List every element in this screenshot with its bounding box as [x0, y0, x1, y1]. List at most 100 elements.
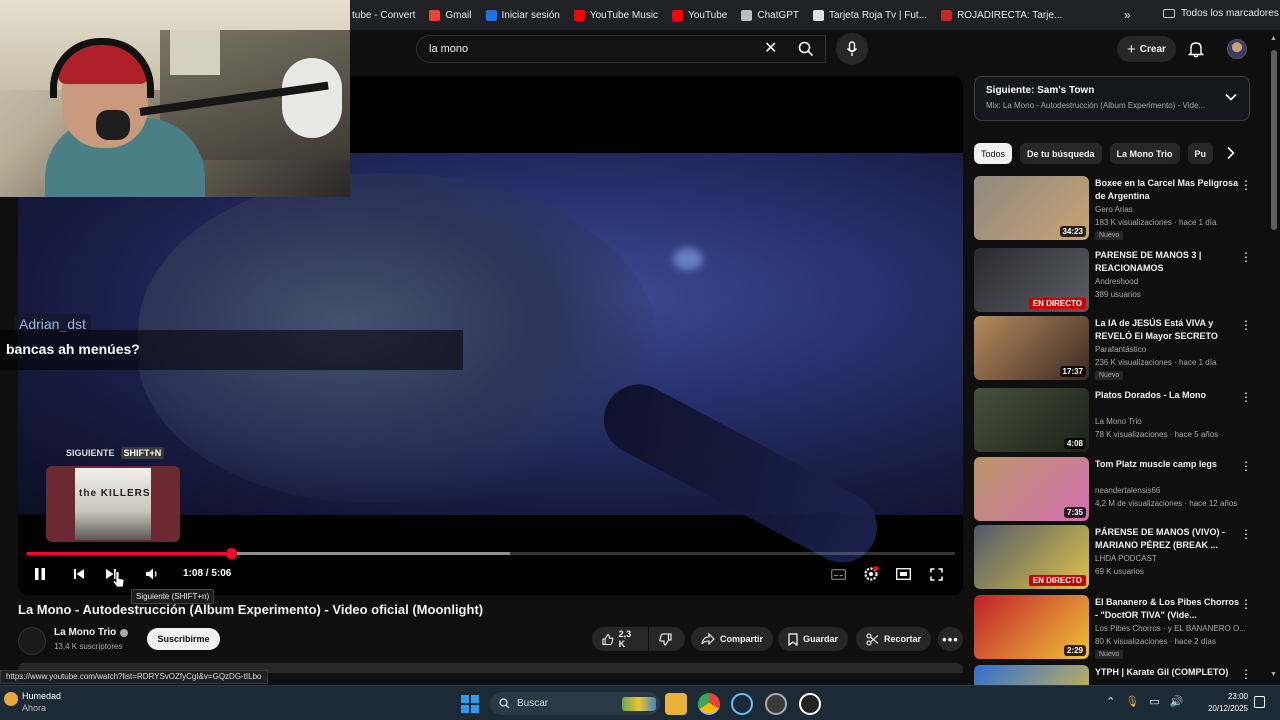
channel-name[interactable]: La Mono Trio — [54, 627, 129, 638]
recommendation-title[interactable]: La IA de JESÚS Está VIVA y REVELÓ El May… — [1095, 317, 1240, 343]
bookmark-item[interactable]: ROJADIRECTA: Tarje... — [934, 9, 1069, 21]
recommendation-thumbnail[interactable]: EN DIRECTO — [974, 525, 1089, 589]
bookmark-item[interactable]: YouTube — [665, 9, 734, 21]
notifications-button[interactable] — [1187, 40, 1205, 63]
bookmark-item[interactable]: YouTube Music — [567, 9, 665, 21]
filter-chip[interactable]: De tu búsqueda — [1020, 143, 1102, 164]
app-icon[interactable] — [765, 693, 787, 715]
more-vertical-icon[interactable]: ⋮ — [1240, 390, 1252, 404]
more-vertical-icon[interactable]: ⋮ — [1240, 459, 1252, 473]
subscribe-button[interactable]: Suscribirme — [147, 628, 220, 650]
chevron-right-icon[interactable] — [1226, 146, 1236, 160]
recommendation-channel[interactable]: Andreshood — [1095, 277, 1138, 286]
create-button[interactable]: + Crear — [1117, 36, 1176, 62]
save-button[interactable]: Guardar — [778, 627, 849, 651]
video-title: La Mono - Autodestrucción (Album Experim… — [18, 602, 484, 617]
recommendation-title[interactable]: PÁRENSE DE MANOS (VIVO) - MARIANO PÉREZ … — [1095, 526, 1240, 552]
bookmark-item[interactable]: tube - Convert — [345, 10, 422, 21]
clip-button[interactable]: Recortar — [856, 627, 932, 651]
steam-icon[interactable] — [731, 693, 753, 715]
recommendation-thumbnail[interactable]: 34:23 — [974, 176, 1089, 240]
more-vertical-icon[interactable]: ⋮ — [1240, 178, 1252, 192]
recommendation-thumbnail[interactable]: EN DIRECTO — [974, 248, 1089, 312]
taskbar-search-label: Buscar — [517, 698, 549, 709]
recommendation-item[interactable]: EN DIRECTO PARENSE DE MANOS 3 | REACIONAM… — [974, 248, 1264, 312]
recommendation-title[interactable]: El Bananero & Los Pibes Chorros - "DoctO… — [1095, 596, 1240, 622]
recommendation-item[interactable]: 4:08 Platos Dorados - La Mono La Mono Trio… — [974, 388, 1264, 452]
recommendation-channel[interactable]: Los Pibes Chorros · y EL BANANERO O... — [1095, 624, 1246, 633]
recommendation-thumbnail[interactable]: 4:08 — [974, 388, 1089, 452]
recommendation-channel[interactable]: LHDA PODCAST — [1095, 554, 1157, 563]
volume-button[interactable] — [143, 565, 161, 583]
recommendation-title[interactable]: Tom Platz muscle camp legs — [1095, 458, 1240, 471]
scroll-thumb[interactable] — [1271, 50, 1277, 230]
scroll-down-icon[interactable]: ▼ — [1270, 671, 1277, 678]
subtitles-button[interactable] — [829, 565, 847, 583]
channel-avatar[interactable] — [18, 627, 46, 655]
bookmark-item[interactable]: Tarjeta Roja Tv | Fut... — [806, 9, 934, 21]
recommendation-item[interactable]: 2:29 El Bananero & Los Pibes Chorros - "D… — [974, 595, 1264, 659]
settings-button[interactable] — [862, 565, 880, 583]
filter-chip[interactable]: Pu — [1187, 143, 1214, 164]
up-next-panel[interactable]: Siguiente: Sam's Town Mix: La Mono - Aut… — [974, 76, 1250, 121]
bookmark-item[interactable]: Gmail — [422, 9, 478, 21]
recommendation-title[interactable]: YTPH | Karate Gil (COMPLETO) — [1095, 666, 1240, 679]
recommendation-title[interactable]: Platos Dorados - La Mono — [1095, 389, 1240, 402]
recommendation-item[interactable]: 34:23 Boxee en la Carcel Mas Peligrosa de… — [974, 176, 1264, 240]
more-vertical-icon[interactable]: ⋮ — [1240, 667, 1252, 681]
microphone-tray-icon[interactable]: 🎙 — [1125, 695, 1139, 708]
speaker-icon[interactable]: 🔊 — [1170, 695, 1184, 708]
search-button[interactable] — [786, 35, 826, 63]
recommendation-thumbnail[interactable]: 2:29 — [974, 595, 1089, 659]
subscriber-count: 13,4 K suscriptores — [54, 642, 123, 651]
progress-bar[interactable] — [27, 548, 955, 559]
more-actions-button[interactable]: ••• — [938, 627, 963, 651]
bookmark-item[interactable]: ChatGPT — [734, 9, 806, 21]
recommendation-channel[interactable]: La Mono Trio — [1095, 417, 1142, 426]
share-button[interactable]: Compartir — [691, 627, 774, 651]
voice-search-button[interactable] — [836, 33, 868, 65]
recommendation-item[interactable]: 17:37 La IA de JESÚS Está VIVA y REVELÓ E… — [974, 316, 1264, 380]
chevron-down-icon[interactable] — [1225, 93, 1237, 101]
clock[interactable]: 23:00 20/12/2025 — [1200, 691, 1248, 715]
recommendation-channel[interactable]: neandertalensis66 — [1095, 486, 1160, 495]
recommendation-title[interactable]: PARENSE DE MANOS 3 | REACIONAMOS — [1095, 249, 1240, 275]
next-video-thumbnail[interactable]: the KILLERS — [46, 466, 180, 542]
all-bookmarks-button[interactable]: Todos los marcadores — [1163, 8, 1279, 19]
more-vertical-icon[interactable]: ⋮ — [1240, 597, 1252, 611]
chrome-icon[interactable] — [698, 693, 720, 715]
more-vertical-icon[interactable]: ⋮ — [1240, 318, 1252, 332]
dislike-button[interactable] — [649, 627, 685, 651]
clear-search-icon[interactable]: ✕ — [764, 38, 777, 58]
account-avatar[interactable] — [1227, 39, 1247, 59]
recommendation-thumbnail[interactable]: 17:37 — [974, 316, 1089, 380]
microphone-icon — [846, 41, 858, 56]
file-explorer-icon[interactable] — [665, 693, 687, 715]
fullscreen-button[interactable] — [927, 565, 945, 583]
recommendation-channel[interactable]: Parafantástico — [1095, 345, 1146, 354]
weather-widget[interactable]: Humedad Ahora — [4, 690, 61, 714]
scrollbar[interactable]: ▲ ▼ — [1270, 35, 1278, 680]
notification-icon[interactable] — [1254, 696, 1265, 708]
recommendation-item[interactable]: EN DIRECTO PÁRENSE DE MANOS (VIVO) - MARI… — [974, 525, 1264, 589]
taskbar-search[interactable]: Buscar — [490, 692, 660, 715]
start-button[interactable] — [461, 695, 479, 713]
previous-button[interactable] — [70, 565, 88, 583]
filter-chip[interactable]: La Mono Trio — [1109, 143, 1180, 164]
more-vertical-icon[interactable]: ⋮ — [1240, 527, 1252, 541]
recommendation-channel[interactable]: Gero Arias — [1095, 205, 1133, 214]
obs-icon[interactable] — [799, 693, 821, 715]
more-vertical-icon[interactable]: ⋮ — [1240, 250, 1252, 264]
scroll-up-icon[interactable]: ▲ — [1270, 35, 1277, 42]
recommendation-thumbnail[interactable]: 7:35 — [974, 457, 1089, 521]
miniplayer-button[interactable] — [894, 565, 912, 583]
like-button[interactable]: 2,3 K — [592, 627, 648, 651]
bookmark-item[interactable]: Iniciar sesión — [479, 9, 567, 21]
recommendation-title[interactable]: Boxee en la Carcel Mas Peligrosa de Arge… — [1095, 177, 1240, 203]
more-bookmarks-button[interactable]: » — [1124, 8, 1131, 22]
network-icon[interactable]: ▭ — [1149, 695, 1159, 708]
filter-chip[interactable]: Todos — [974, 143, 1013, 164]
pause-button[interactable] — [31, 565, 49, 583]
show-hidden-icons-icon[interactable]: ⌃ — [1106, 695, 1115, 708]
recommendation-item[interactable]: 7:35 Tom Platz muscle camp legs neandertal… — [974, 457, 1264, 521]
